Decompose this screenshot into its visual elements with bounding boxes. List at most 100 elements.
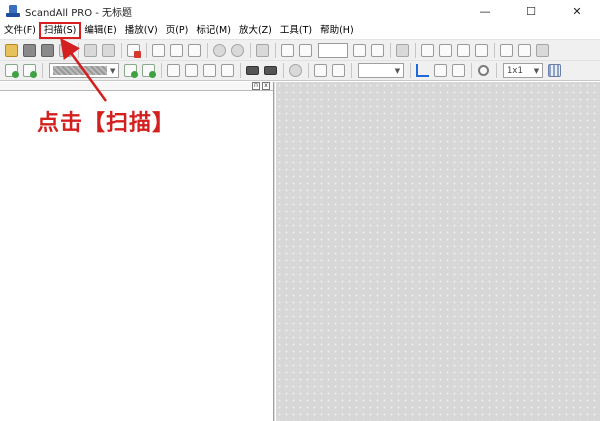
rotate-left-button[interactable] — [211, 42, 228, 59]
page-next-icon — [371, 43, 384, 57]
chevron-down-icon: ▼ — [533, 66, 540, 75]
ocr-icon — [289, 64, 302, 77]
toolbar-separator — [240, 63, 241, 78]
save-as-button[interactable] — [39, 42, 56, 59]
scan-profile-value — [53, 66, 108, 75]
grid-view-button[interactable] — [546, 62, 563, 79]
menu-mark[interactable]: 标记(M) — [192, 23, 235, 38]
layout-select[interactable]: 1x1 ▼ — [503, 63, 543, 78]
toolbar-separator — [390, 42, 391, 58]
thumbnail-panel-header: п x — [0, 82, 273, 91]
split-page-button[interactable] — [330, 62, 347, 79]
rotate-180-button[interactable] — [183, 62, 200, 79]
page-prev-icon — [353, 43, 366, 57]
menu-help[interactable]: 帮助(H) — [316, 23, 358, 38]
print-button[interactable] — [82, 42, 99, 59]
minimize-button[interactable]: — — [462, 0, 508, 22]
page-prev-button[interactable] — [351, 42, 368, 59]
menu-edit[interactable]: 编辑(E) — [80, 23, 120, 38]
menu-play[interactable]: 播放(V) — [121, 23, 162, 38]
menu-scan[interactable]: 扫描(S) — [38, 22, 82, 39]
save-all-icon — [59, 43, 72, 57]
image-view-area[interactable] — [276, 82, 600, 421]
rotate-right-icon — [231, 43, 244, 57]
insert-page-button[interactable] — [419, 42, 436, 59]
mark-next-button[interactable] — [297, 42, 314, 59]
grid-icon — [548, 64, 561, 77]
thumbnail-grid-button[interactable] — [534, 42, 551, 59]
menu-bar: 文件(F) 扫描(S) 编辑(E) 播放(V) 页(P) 标记(M) 放大(Z)… — [0, 22, 600, 39]
fit-axes-button[interactable] — [414, 62, 431, 79]
chevron-down-icon: ▼ — [109, 66, 116, 75]
rotate-270-button[interactable] — [201, 62, 218, 79]
page-view-button[interactable] — [394, 42, 411, 59]
toolbar-separator — [351, 63, 352, 78]
page-number-box[interactable] — [318, 42, 348, 58]
scanner-feed-button[interactable] — [262, 62, 279, 79]
scan-new-button[interactable] — [21, 62, 38, 79]
mark-next-icon — [299, 43, 312, 57]
rotate-right-button[interactable] — [229, 42, 246, 59]
remove-page-button[interactable] — [473, 42, 490, 59]
scanner-feed-icon — [264, 66, 277, 75]
menu-tools[interactable]: 工具(T) — [276, 23, 316, 38]
cut-button[interactable] — [150, 42, 167, 59]
copy-button[interactable] — [168, 42, 185, 59]
menu-page[interactable]: 页(P) — [162, 23, 193, 38]
save-button[interactable] — [21, 42, 38, 59]
append-page-icon — [439, 43, 452, 57]
fit-width-button[interactable] — [432, 62, 449, 79]
close-button[interactable]: ✕ — [554, 0, 600, 22]
close-icon[interactable]: x — [262, 82, 270, 90]
menu-file[interactable]: 文件(F) — [0, 23, 40, 38]
deskew-button[interactable] — [219, 62, 236, 79]
ocr-button[interactable] — [287, 62, 304, 79]
scan-to-file-button[interactable] — [3, 62, 20, 79]
replace-page-icon — [457, 43, 470, 57]
maximize-button[interactable]: ☐ — [508, 0, 554, 22]
toolbar-separator — [410, 63, 411, 78]
merge-page-button[interactable] — [312, 62, 329, 79]
toolbar-separator — [161, 63, 162, 78]
toolbar-separator — [121, 42, 122, 58]
mark-page-icon — [518, 43, 531, 57]
scan-settings-icon — [124, 64, 138, 78]
rotate-90-button[interactable] — [165, 62, 182, 79]
properties-icon — [256, 43, 269, 57]
delete-page-button[interactable] — [125, 42, 142, 59]
zoom-button[interactable] — [475, 62, 492, 79]
scanner-button[interactable] — [244, 62, 261, 79]
properties-button[interactable] — [254, 42, 271, 59]
print-preview-button[interactable] — [100, 42, 117, 59]
magnifier-icon — [478, 65, 489, 76]
remove-page-icon — [475, 43, 488, 57]
rotate-90-icon — [167, 64, 180, 77]
pin-icon[interactable]: п — [252, 82, 260, 90]
paste-button[interactable] — [186, 42, 203, 59]
mark-page-button[interactable] — [516, 42, 533, 59]
batch-scan-button[interactable] — [140, 62, 157, 79]
save-all-button[interactable] — [57, 42, 74, 59]
scan-settings-button[interactable] — [122, 62, 139, 79]
append-page-button[interactable] — [437, 42, 454, 59]
fit-page-button[interactable] — [450, 62, 467, 79]
toolbar-separator — [283, 63, 284, 78]
mark-prev-button[interactable] — [279, 42, 296, 59]
title-bar: ScandAll PRO - 无标题 — ☐ ✕ — [0, 0, 600, 22]
axes-icon — [416, 64, 429, 77]
split-page-icon — [332, 64, 345, 77]
save-as-icon — [41, 43, 54, 57]
toolbar-separator — [308, 63, 309, 78]
toolbar-separator — [496, 63, 497, 78]
replace-page-button[interactable] — [455, 42, 472, 59]
print-icon — [84, 43, 97, 57]
open-folder-button[interactable] — [3, 42, 20, 59]
scan-profile-select[interactable]: ▼ — [49, 63, 119, 78]
toolbar-separator — [207, 42, 208, 58]
edit-page-button[interactable] — [498, 42, 515, 59]
page-next-button[interactable] — [369, 42, 386, 59]
toolbar-separator — [250, 42, 251, 58]
cut-icon — [152, 43, 165, 57]
menu-zoom[interactable]: 放大(Z) — [235, 23, 276, 38]
resolution-select[interactable]: ▼ — [358, 63, 404, 78]
